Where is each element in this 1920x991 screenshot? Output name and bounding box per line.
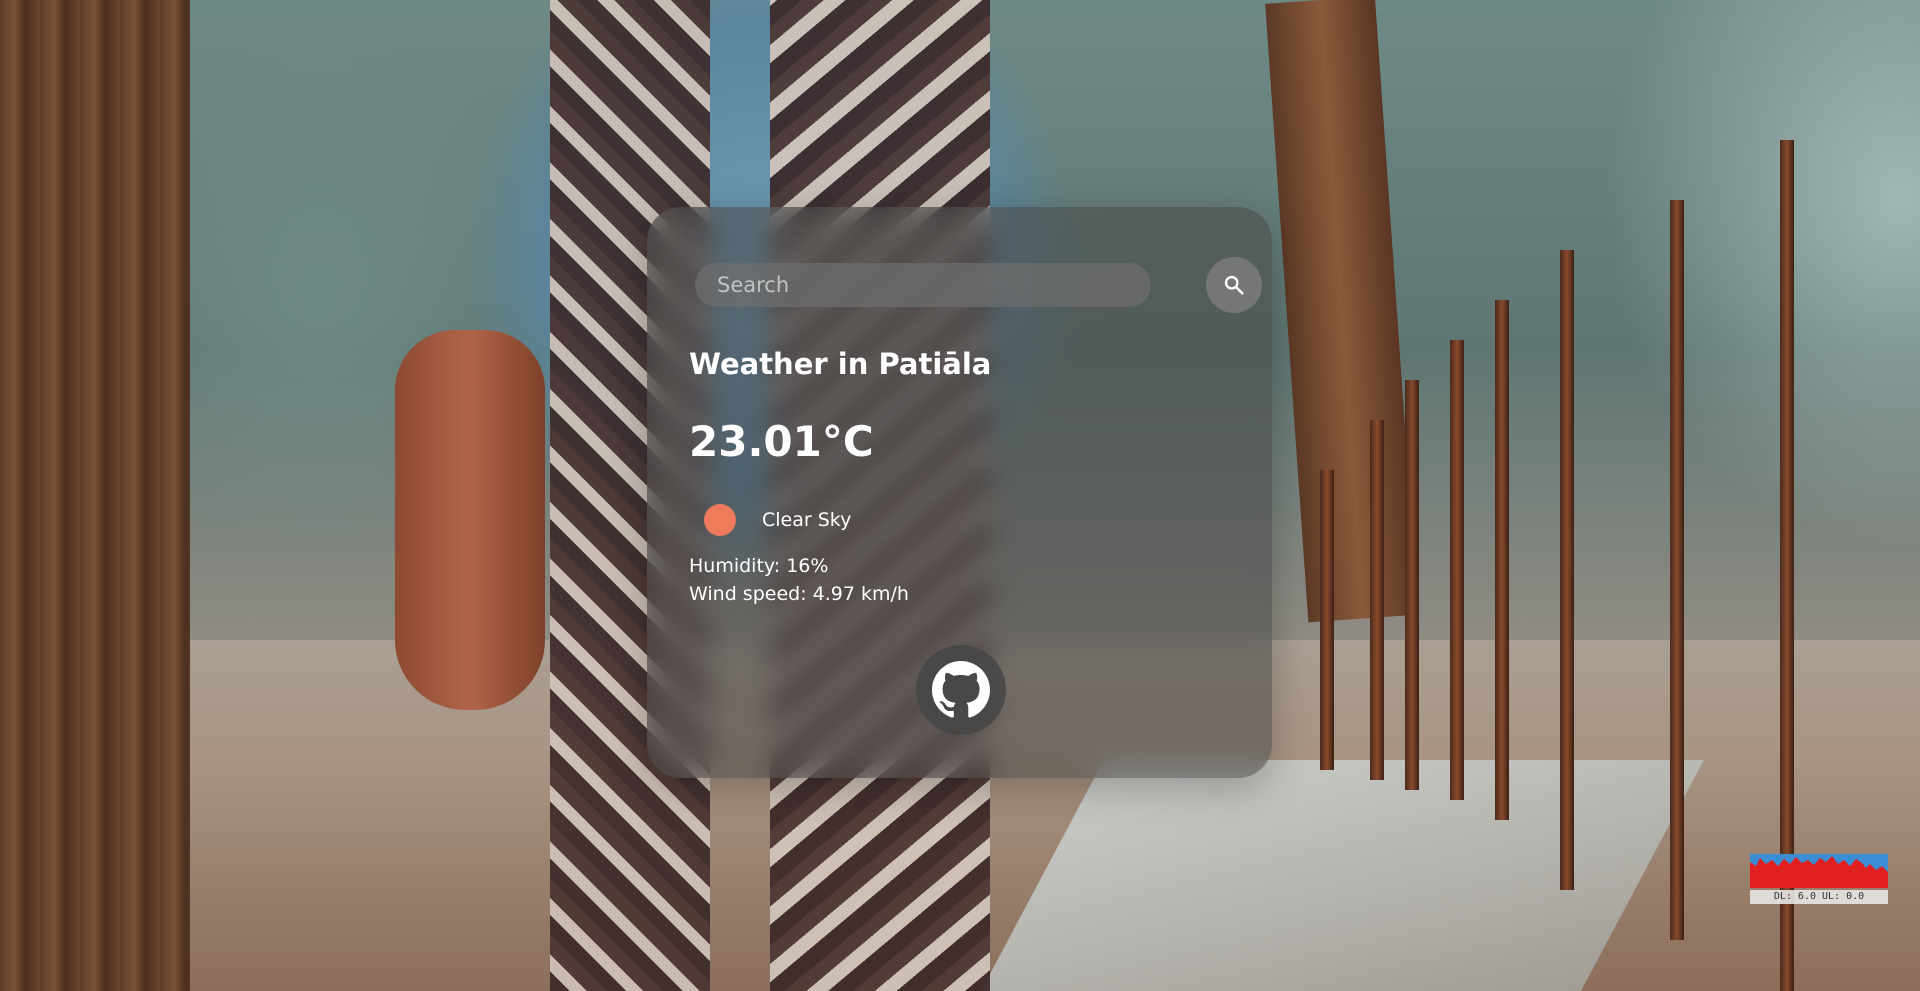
- search-input[interactable]: [695, 263, 1151, 307]
- search-icon: [1224, 275, 1244, 295]
- background-fence-post: [1370, 420, 1384, 780]
- github-icon: [932, 661, 990, 718]
- sun-icon: [704, 504, 736, 536]
- weather-title: Weather in Patiāla: [689, 347, 992, 381]
- wind-speed-text: Wind speed: 4.97 km/h: [689, 583, 909, 605]
- background-fence-post: [1495, 300, 1509, 820]
- background-fence-post: [1320, 470, 1334, 770]
- github-link[interactable]: [916, 645, 1006, 735]
- temperature-value: 23.01°C: [689, 417, 874, 466]
- background-person-arm: [395, 330, 545, 710]
- background-path: [976, 760, 1704, 991]
- humidity-text: Humidity: 16%: [689, 555, 829, 577]
- weather-card: Weather in Patiāla 23.01°C Clear Sky Hum…: [647, 207, 1272, 778]
- background-fence-post: [1405, 380, 1419, 790]
- background-fence-post: [1560, 250, 1574, 890]
- condition-text: Clear Sky: [762, 509, 852, 531]
- background-tree-trunk-right: [1265, 0, 1419, 623]
- search-button[interactable]: [1206, 257, 1262, 313]
- network-monitor-widget: DL: 6.0 UL: 0.0: [1750, 854, 1888, 904]
- network-speed-label: DL: 6.0 UL: 0.0: [1750, 890, 1888, 904]
- weather-condition: Clear Sky: [703, 503, 851, 537]
- background-fence-post: [1670, 200, 1684, 940]
- background-tree-trunk-left: [0, 0, 190, 991]
- background-fence-post: [1450, 340, 1464, 800]
- search-bar: [695, 257, 1262, 313]
- network-graph: [1750, 854, 1888, 888]
